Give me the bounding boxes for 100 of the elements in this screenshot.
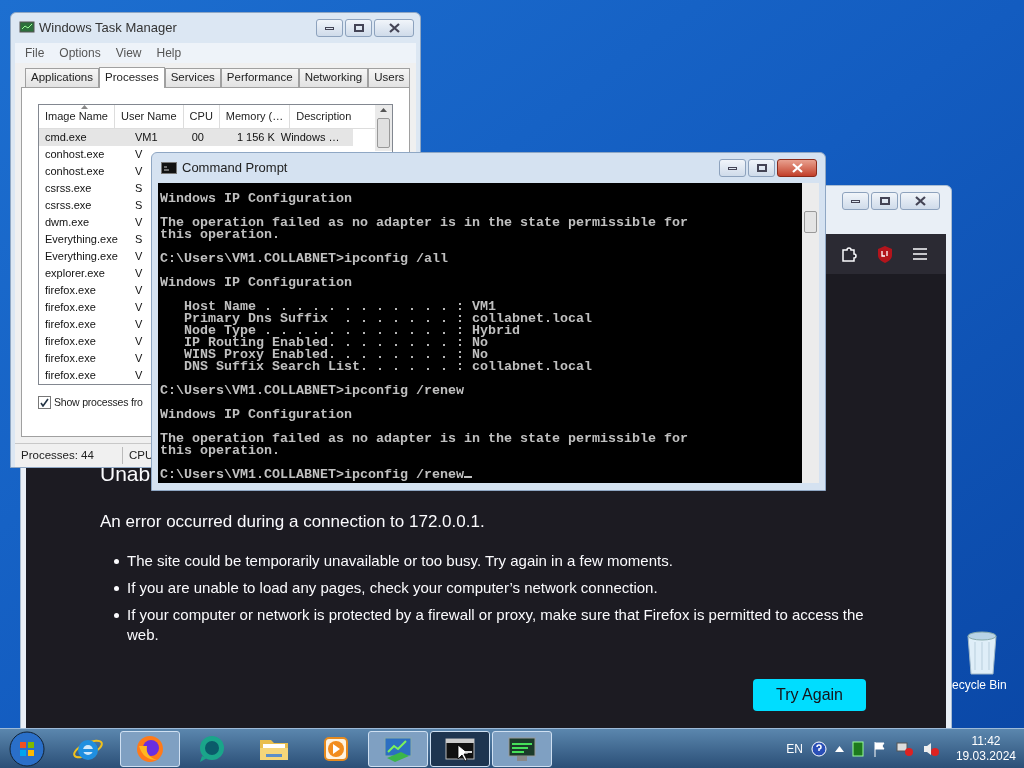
process-row[interactable]: cmd.exe VM1 00 1 156 K Windows … bbox=[39, 129, 354, 146]
checkbox[interactable] bbox=[38, 396, 51, 410]
process-row[interactable]: csrss.exe S bbox=[39, 180, 147, 197]
process-row[interactable]: conhost.exe V bbox=[39, 163, 147, 180]
close-button[interactable] bbox=[374, 19, 414, 37]
scrollbar[interactable] bbox=[375, 105, 392, 151]
table-cell-text: Windows … bbox=[280, 130, 341, 146]
table-cell-text: explorer.exe bbox=[44, 266, 106, 282]
tab[interactable]: Users bbox=[368, 68, 411, 87]
process-row[interactable]: firefox.exe V bbox=[39, 367, 147, 384]
menu-item[interactable]: Help bbox=[151, 44, 187, 62]
table-cell-text: 00 bbox=[191, 130, 204, 146]
table-cell-text: V bbox=[134, 351, 144, 367]
window-title: Windows Task Manager bbox=[39, 19, 178, 38]
process-row[interactable]: dwm.exe V bbox=[39, 214, 147, 231]
tab[interactable]: Processes bbox=[99, 67, 165, 88]
tab[interactable]: Performance bbox=[220, 68, 299, 87]
try-again-button[interactable]: Try Again bbox=[753, 678, 866, 711]
tab[interactable]: Services bbox=[164, 68, 221, 87]
process-row[interactable]: conhost.exe V bbox=[39, 146, 147, 163]
checkbox-label: Show processes fro bbox=[54, 395, 143, 410]
maximize-button[interactable] bbox=[345, 19, 372, 37]
text-cursor bbox=[463, 476, 472, 478]
table-cell-text: V bbox=[134, 266, 144, 282]
scrollbar[interactable] bbox=[802, 183, 819, 483]
table-cell-text: firefox.exe bbox=[44, 334, 97, 350]
table-cell-text: V bbox=[134, 368, 144, 384]
process-row[interactable]: firefox.exe V bbox=[39, 282, 147, 299]
column-header[interactable]: Image Name bbox=[39, 105, 115, 128]
status-text: Processes: 44 bbox=[15, 446, 123, 465]
column-header[interactable]: Memory (… bbox=[219, 105, 291, 128]
table-cell-text: V bbox=[134, 249, 144, 265]
flag-icon[interactable] bbox=[871, 740, 888, 757]
process-row[interactable]: Everything.exe S bbox=[39, 231, 147, 248]
bullet-icon bbox=[114, 585, 119, 591]
taskbar-button[interactable] bbox=[430, 730, 490, 767]
process-row[interactable]: Everything.exe V bbox=[39, 248, 147, 265]
process-row[interactable]: firefox.exe V bbox=[39, 350, 147, 367]
shield-icon[interactable] bbox=[876, 245, 894, 263]
close-button[interactable] bbox=[777, 159, 817, 177]
menu-icon[interactable] bbox=[912, 247, 928, 261]
tab[interactable]: Networking bbox=[298, 68, 369, 87]
bullet-icon bbox=[114, 558, 119, 564]
console-output: Windows IP Configuration The operation failed as no adapter is in the state permissible for this operation. C:\Users\VM1.COLLABNET>ipconfig /all Windows IP Configuration Host Name . . . . . . . . . . . . : VM1 Primary Dns Suffix . . . . . . . : collabnet.local Node Type . . . . . . . . . . . . : Hybrid IP Routing Enabled. . . . . . . . : No WINS Proxy Enabled. . . . . . . . : No DNS Suffix Search List. . . . . . : collabnet.local C:\Users\VM1.COLLABNET>ipconfig /renew Windows IP Configuration The operation failed as no adapter is in the state permissible for this operation. C:\Users\VM1.COLLABNET>ipconfig /renew bbox=[158, 183, 802, 483]
network-error-icon[interactable] bbox=[895, 740, 914, 757]
table-cell-text: csrss.exe bbox=[44, 181, 93, 197]
process-row[interactable]: explorer.exe V bbox=[39, 265, 147, 282]
bullet-text: If your computer or network is protected by a firewall or proxy, make sure that Firefox is permitted to access the web. bbox=[127, 604, 865, 645]
clock[interactable]: 11:42 19.03.2024 bbox=[955, 733, 1016, 764]
table-cell-text: conhost.exe bbox=[44, 147, 106, 163]
help-icon[interactable] bbox=[810, 740, 827, 757]
table-cell-text: VM1 bbox=[134, 130, 159, 146]
minimize-button[interactable] bbox=[719, 159, 746, 177]
maximize-button[interactable] bbox=[871, 192, 898, 210]
bullet-text: The site could be temporarily unavailable or too busy. Try again in a few moments. bbox=[127, 550, 673, 571]
process-row[interactable]: csrss.exe S bbox=[39, 197, 147, 214]
column-header[interactable]: Description bbox=[290, 105, 358, 128]
table-cell-text: firefox.exe bbox=[44, 368, 97, 384]
table-cell-text: V bbox=[134, 334, 144, 350]
start-orb-icon[interactable] bbox=[8, 729, 46, 768]
process-row[interactable]: firefox.exe V bbox=[39, 316, 147, 333]
table-cell-text: V bbox=[134, 215, 144, 231]
taskbar-button[interactable] bbox=[492, 730, 552, 767]
table-cell-text: Everything.exe bbox=[44, 249, 119, 265]
speaker-muted-icon[interactable] bbox=[921, 740, 940, 757]
console-icon bbox=[161, 162, 177, 174]
column-header[interactable]: User Name bbox=[115, 105, 184, 128]
table-cell-text: csrss.exe bbox=[44, 198, 93, 214]
minimize-button[interactable] bbox=[842, 192, 869, 210]
close-button[interactable] bbox=[900, 192, 940, 210]
icon-label: ecycle Bin bbox=[952, 677, 1007, 694]
close-icon bbox=[388, 23, 400, 33]
table-cell-text: S bbox=[134, 232, 144, 248]
trash-bin-icon[interactable] bbox=[964, 630, 1000, 676]
table-cell-text: firefox.exe bbox=[44, 300, 97, 316]
menu-item[interactable]: View bbox=[110, 44, 147, 62]
chip-icon[interactable] bbox=[851, 740, 864, 757]
table-cell-text: 1 156 K bbox=[236, 130, 275, 146]
table-cell-text: V bbox=[134, 147, 144, 163]
window-title: Command Prompt bbox=[182, 159, 289, 178]
bullet-text: If you are unable to load any pages, check your computer’s network connection. bbox=[127, 577, 658, 598]
maximize-button[interactable] bbox=[748, 159, 775, 177]
error-heading: Unab bbox=[100, 463, 151, 485]
process-row[interactable]: firefox.exe V bbox=[39, 333, 147, 350]
column-header[interactable]: CPU bbox=[183, 105, 220, 128]
table-cell-text: firefox.exe bbox=[44, 283, 97, 299]
table-cell-text: S bbox=[134, 198, 144, 214]
process-row[interactable]: firefox.exe V bbox=[39, 299, 147, 316]
menu-item[interactable]: Options bbox=[54, 44, 106, 62]
up-arrow-icon[interactable] bbox=[380, 108, 387, 112]
table-cell-text: cmd.exe bbox=[44, 130, 88, 146]
table-cell-text: firefox.exe bbox=[44, 317, 97, 333]
tab[interactable]: Applications bbox=[25, 68, 99, 87]
puzzle-icon[interactable] bbox=[840, 245, 858, 263]
minimize-button[interactable] bbox=[316, 19, 343, 37]
language-indicator[interactable]: EN bbox=[786, 739, 803, 758]
table-cell-text: Everything.exe bbox=[44, 232, 119, 248]
close-icon bbox=[914, 196, 926, 206]
monitor-chart-icon bbox=[19, 21, 35, 35]
menu-item[interactable]: File bbox=[20, 44, 50, 62]
